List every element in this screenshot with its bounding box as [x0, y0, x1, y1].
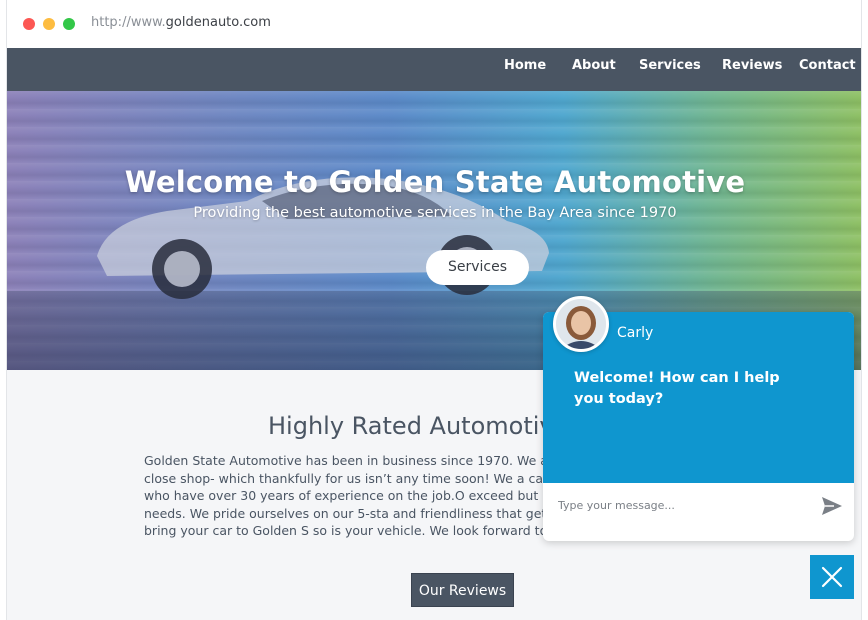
address-bar[interactable]: http://www.goldenauto.com [91, 15, 271, 30]
our-reviews-button[interactable]: Our Reviews [411, 573, 514, 607]
services-button[interactable]: Services [426, 250, 529, 285]
close-chat-button[interactable] [810, 555, 854, 599]
chat-message-input[interactable] [558, 497, 798, 513]
nav-contact[interactable]: Contact [799, 58, 856, 73]
nav-about[interactable]: About [572, 58, 616, 73]
agent-name: Carly [617, 325, 654, 341]
minimize-window-button[interactable] [43, 18, 55, 30]
nav-services[interactable]: Services [639, 58, 701, 73]
close-window-button[interactable] [23, 18, 35, 30]
send-icon[interactable] [821, 496, 843, 516]
maximize-window-button[interactable] [63, 18, 75, 30]
url-prefix: http://www. [91, 15, 166, 30]
section-heading: Highly Rated Automotive [268, 412, 569, 440]
browser-toolbar: http://www.goldenauto.com [7, 0, 861, 48]
close-icon [821, 566, 843, 588]
chat-greeting: Welcome! How can I help you today? [574, 370, 780, 407]
top-navigation: Home About Services Reviews Contact [7, 48, 861, 91]
nav-reviews[interactable]: Reviews [722, 58, 782, 73]
url-host: goldenauto.com [165, 15, 271, 30]
nav-home[interactable]: Home [504, 58, 546, 73]
agent-avatar [553, 296, 609, 352]
hero-title: Welcome to Golden State Automotive [124, 165, 746, 199]
hero-subtitle: Providing the best automotive services i… [193, 205, 677, 221]
